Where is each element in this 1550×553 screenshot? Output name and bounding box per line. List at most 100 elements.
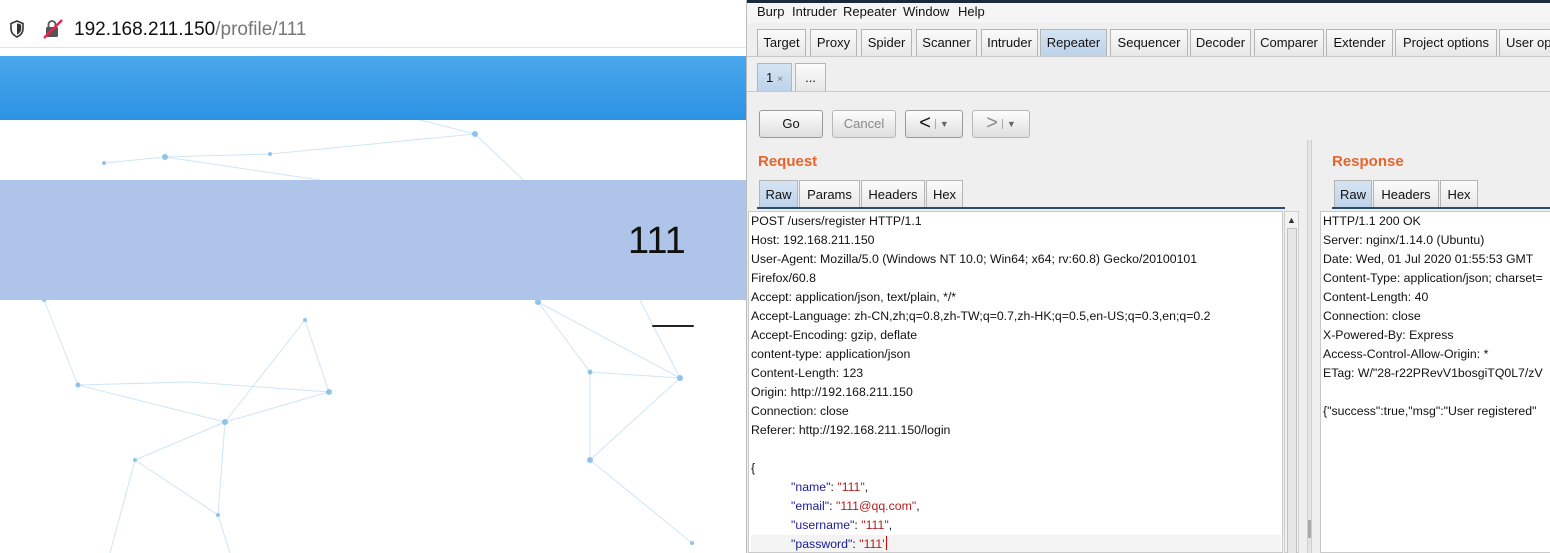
burp-window: Burp Intruder Repeater Window Help Targe…: [746, 0, 1550, 553]
text-caret: [885, 536, 887, 550]
request-line: Connection: close: [751, 404, 849, 418]
divider-grip[interactable]: [1308, 520, 1311, 538]
url-host: 192.168.211.150: [74, 19, 216, 40]
request-line: POST /users/register HTTP/1.1: [751, 214, 922, 228]
response-line: HTTP/1.1 200 OK: [1323, 214, 1421, 228]
request-tab-headers[interactable]: Headers: [861, 180, 925, 208]
json-field-username: "username": "111",: [791, 518, 893, 532]
response-line: Access-Control-Allow-Origin: *: [1323, 347, 1489, 361]
response-line: Date: Wed, 01 Jul 2020 01:55:53 GMT: [1323, 252, 1534, 266]
request-line: User-Agent: Mozilla/5.0 (Windows NT 10.0…: [751, 252, 1198, 266]
url-path: /profile/111: [215, 19, 307, 40]
json-field-email: "email": "111@qq.com",: [791, 499, 920, 513]
forward-arrow: >: [986, 112, 998, 134]
request-line: Accept-Language: zh-CN,zh;q=0.8,zh-TW;q=…: [751, 309, 1211, 323]
shield-icon[interactable]: [9, 20, 25, 38]
request-tab-params[interactable]: Params: [799, 180, 860, 208]
menu-bar: Burp Intruder Repeater Window Help: [747, 3, 1550, 23]
json-open-brace: {: [751, 461, 756, 475]
tab-sequencer[interactable]: Sequencer: [1110, 29, 1188, 56]
profile-name: 111: [628, 220, 686, 262]
tab-spider[interactable]: Spider: [861, 29, 912, 56]
split-divider[interactable]: [1307, 140, 1312, 553]
menu-help[interactable]: Help: [958, 4, 985, 19]
response-line: [1323, 383, 1550, 402]
tab-comparer[interactable]: Comparer: [1254, 29, 1324, 56]
menu-intruder[interactable]: Intruder: [792, 4, 837, 19]
json-value: "111": [837, 480, 865, 494]
request-tab-raw[interactable]: Raw: [759, 180, 798, 208]
tab-extender[interactable]: Extender: [1326, 29, 1393, 56]
response-text: HTTP/1.1 200 OK Server: nginx/1.14.0 (Ub…: [1323, 212, 1550, 421]
response-tab-hex[interactable]: Hex: [1440, 180, 1478, 208]
scroll-thumb[interactable]: [1287, 228, 1297, 553]
scroll-up-icon[interactable]: ▲: [1287, 215, 1296, 225]
response-line: ETag: W/"28-r22PRevV1bosgiTQ0L7/zV: [1323, 366, 1543, 380]
json-field-name: "name": "111",: [791, 480, 869, 494]
response-tab-rule: [1332, 207, 1550, 209]
address-bar[interactable]: 192.168.211.150/profile/111: [0, 0, 746, 48]
request-view-tabs: Raw Params Headers Hex: [759, 180, 1299, 208]
tab-proxy[interactable]: Proxy: [810, 29, 857, 56]
decorative-line: [652, 325, 694, 327]
json-key: "username": [791, 518, 855, 532]
dropdown-arrow-icon[interactable]: ▼: [934, 119, 949, 129]
request-tab-rule: [757, 207, 1285, 209]
json-separator: ,: [864, 480, 869, 494]
go-button[interactable]: Go: [759, 110, 823, 138]
request-text: POST /users/register HTTP/1.1 Host: 192.…: [751, 212, 1281, 552]
request-line: Host: 192.168.211.150: [751, 233, 875, 247]
browser-window: 192.168.211.150/profile/111 111: [0, 0, 746, 553]
main-tab-bar: Target Proxy Spider Scanner Intruder Rep…: [747, 26, 1550, 57]
request-line: Content-Length: 123: [751, 366, 864, 380]
response-line: Server: nginx/1.14.0 (Ubuntu): [1323, 233, 1485, 247]
tab-target[interactable]: Target: [757, 29, 806, 56]
menu-burp[interactable]: Burp: [757, 4, 784, 19]
tab-user-options[interactable]: User op: [1499, 29, 1550, 56]
request-line: Accept: application/json, text/plain, */…: [751, 290, 957, 304]
tab-project-options[interactable]: Project options: [1395, 29, 1497, 56]
url-text[interactable]: 192.168.211.150/profile/111: [74, 19, 306, 41]
response-view-tabs: Raw Headers Hex: [1334, 180, 1550, 208]
cancel-button[interactable]: Cancel: [832, 110, 896, 138]
tab-close-icon[interactable]: ×: [777, 74, 783, 85]
json-separator: ,: [888, 518, 893, 532]
tab-decoder[interactable]: Decoder: [1190, 29, 1251, 56]
request-line: Accept-Encoding: gzip, deflate: [751, 328, 918, 342]
tab-intruder[interactable]: Intruder: [981, 29, 1038, 56]
dropdown-arrow-icon[interactable]: ▼: [1001, 119, 1016, 129]
request-scrollbar[interactable]: ▲: [1284, 211, 1299, 553]
json-separator: ,: [916, 499, 920, 513]
json-field-password: "password": "111': [751, 535, 1281, 552]
request-editor[interactable]: POST /users/register HTTP/1.1 Host: 192.…: [748, 211, 1283, 553]
repeater-tab-1[interactable]: 1 ×: [757, 63, 792, 91]
repeater-toolbar: Go Cancel < ▼ > ▼: [747, 100, 1550, 140]
response-line: Content-Length: 40: [1323, 290, 1429, 304]
tab-repeater[interactable]: Repeater: [1040, 29, 1107, 56]
repeater-tab-new[interactable]: ...: [795, 63, 826, 91]
request-line: content-type: application/json: [751, 347, 911, 361]
menu-window[interactable]: Window: [903, 4, 949, 19]
response-tab-headers[interactable]: Headers: [1373, 180, 1439, 208]
json-value: "111': [859, 537, 885, 551]
menu-repeater[interactable]: Repeater: [843, 4, 896, 19]
request-line: Origin: http://192.168.211.150: [751, 385, 913, 399]
forward-button[interactable]: > ▼: [972, 110, 1030, 138]
request-line: Referer: http://192.168.211.150/login: [751, 423, 951, 437]
response-line: Content-Type: application/json; charset=: [1323, 271, 1543, 285]
back-button[interactable]: < ▼: [905, 110, 963, 138]
request-title: Request: [758, 153, 818, 170]
response-title: Response: [1332, 153, 1404, 170]
response-body: {"success":true,"msg":"User registered": [1323, 404, 1537, 418]
insecure-connection-icon[interactable]: [42, 19, 64, 39]
site-header: [0, 56, 746, 120]
response-viewer[interactable]: HTTP/1.1 200 OK Server: nginx/1.14.0 (Ub…: [1320, 211, 1550, 553]
json-key: "password": [791, 537, 853, 551]
request-tab-hex[interactable]: Hex: [926, 180, 963, 208]
response-line: X-Powered-By: Express: [1323, 328, 1454, 342]
repeater-tab-bar: 1 × ...: [747, 60, 1550, 92]
tab-scanner[interactable]: Scanner: [916, 29, 977, 56]
response-tab-raw[interactable]: Raw: [1334, 180, 1372, 208]
json-value: "111@qq.com": [835, 499, 917, 513]
